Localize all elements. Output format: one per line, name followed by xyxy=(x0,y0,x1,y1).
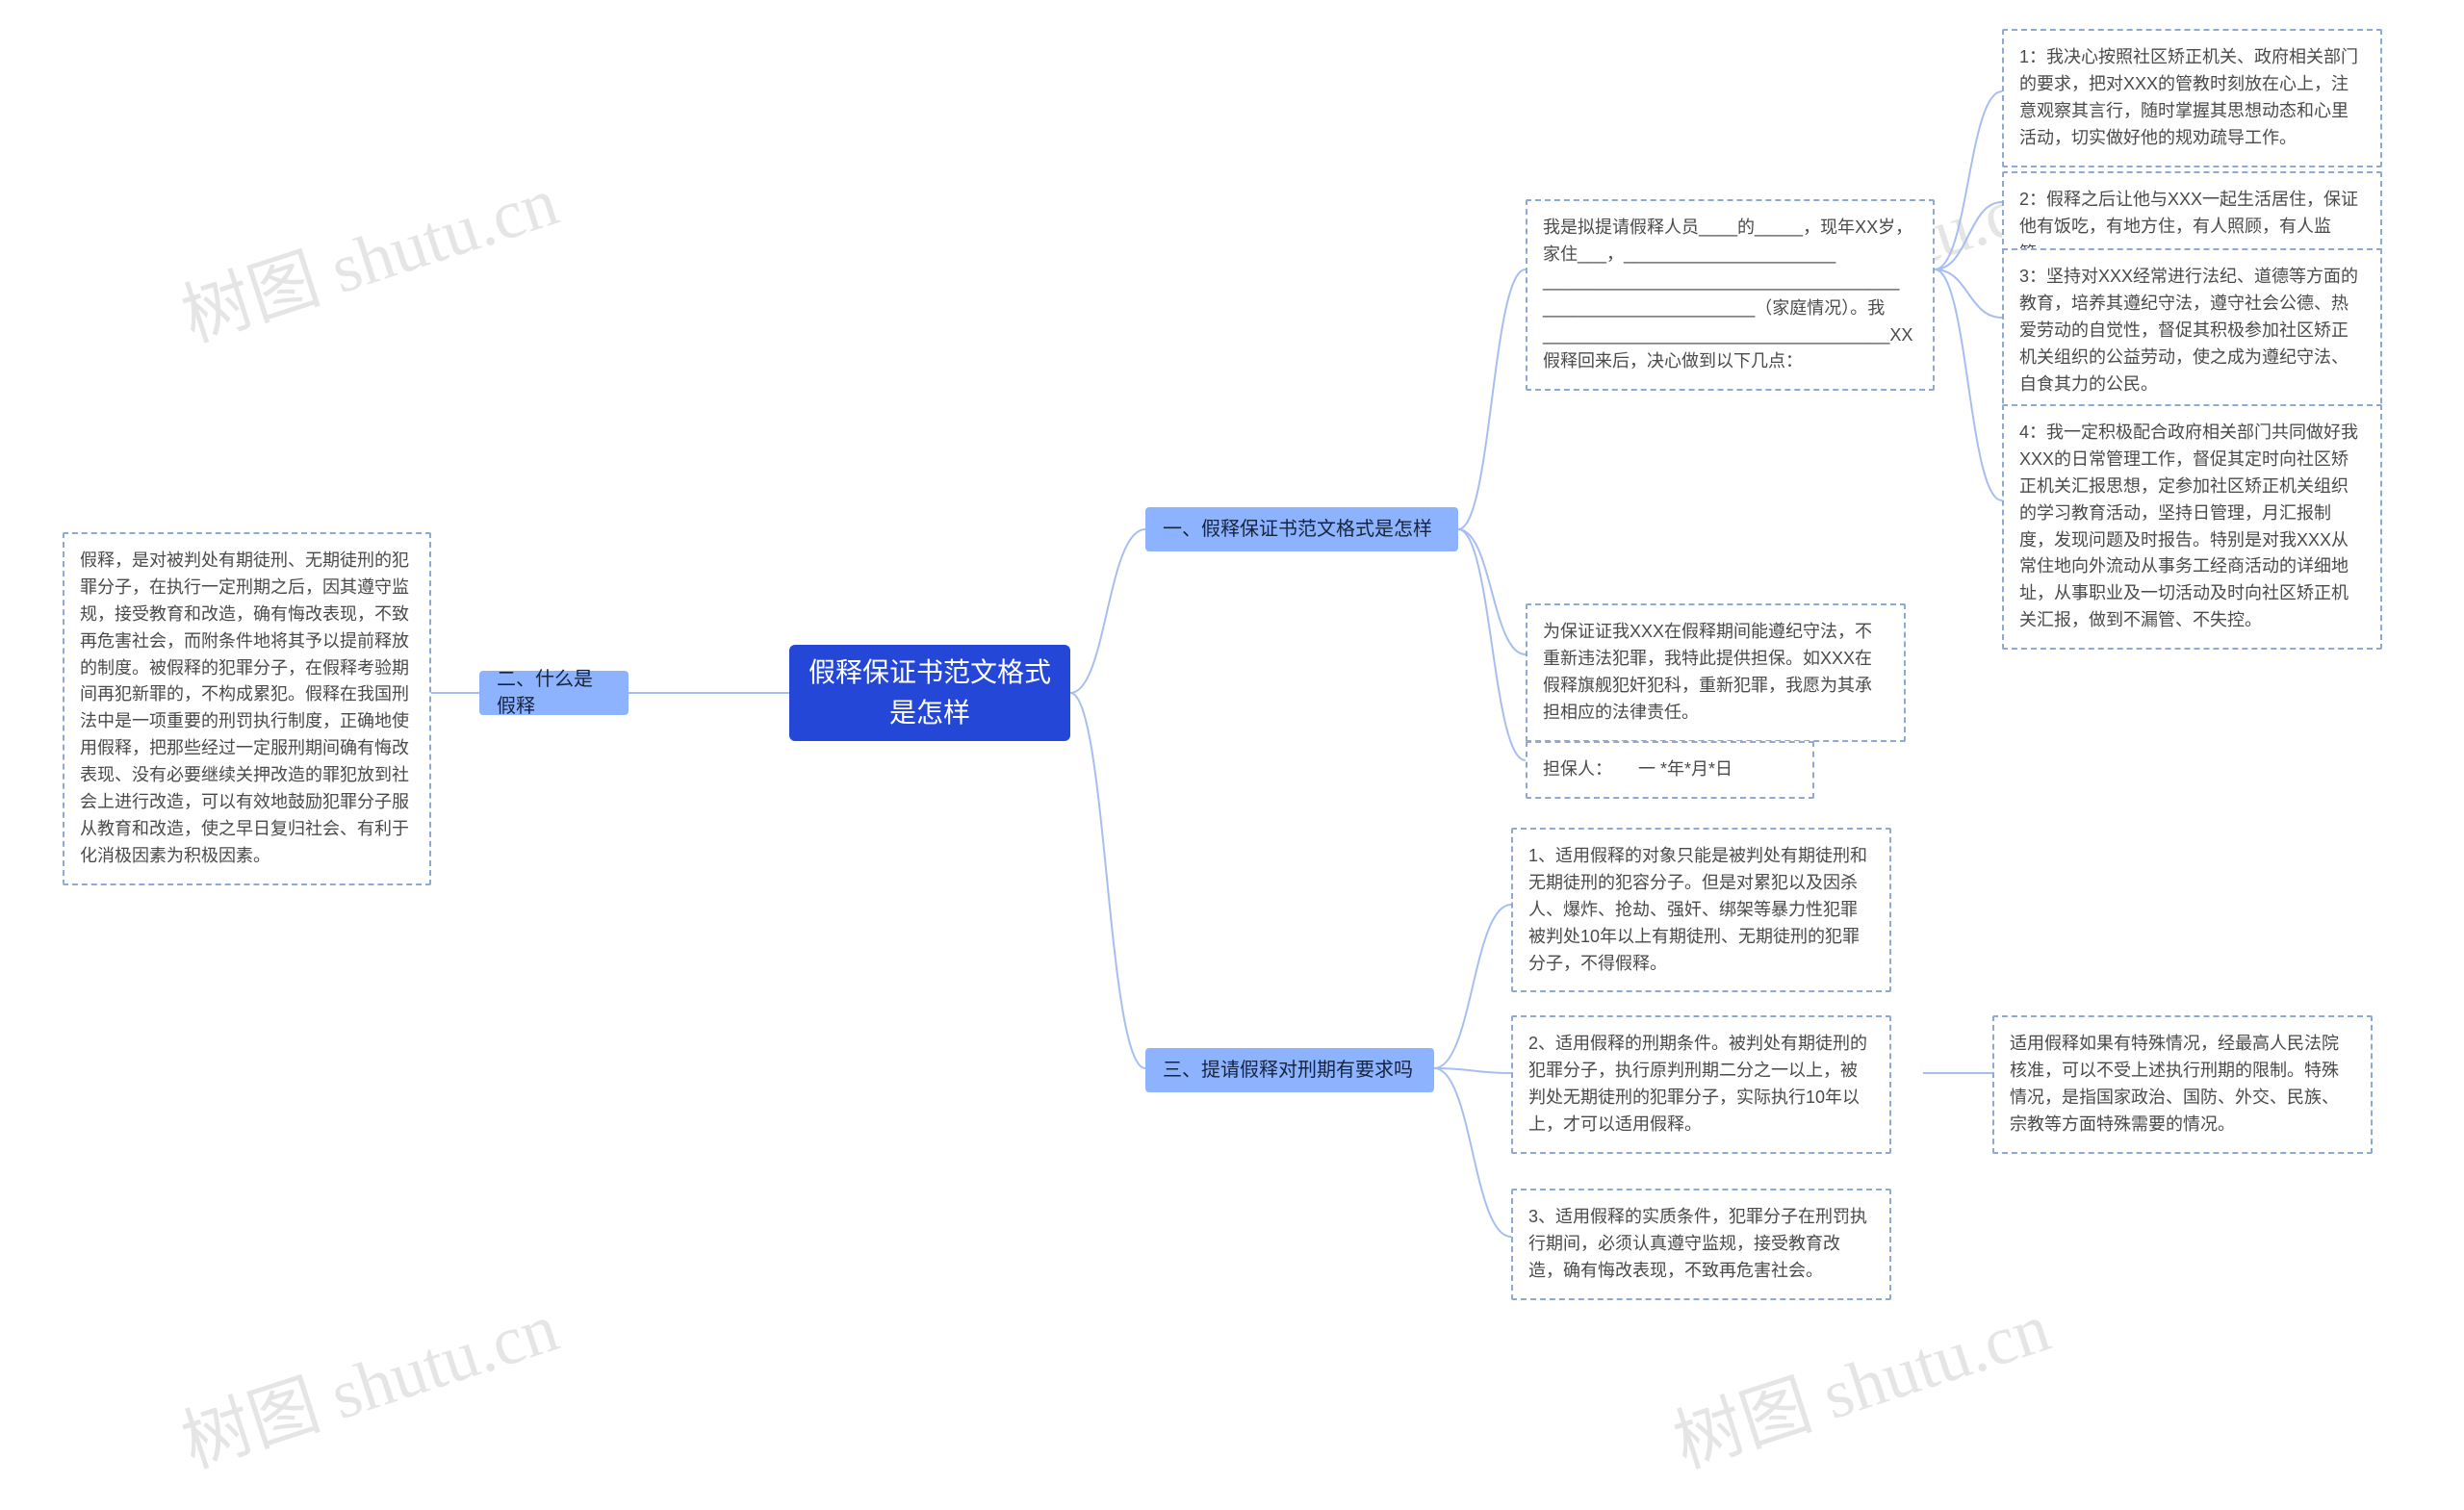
leaf-req-1: 1、适用假释的对象只能是被判处有期徒刑和无期徒刑的犯容分子。但是对累犯以及因杀人… xyxy=(1511,828,1891,992)
branch-label: 三、提请假释对刑期有要求吗 xyxy=(1163,1057,1413,1084)
leaf-text: 假释，是对被判处有期徒刑、无期徒刑的犯罪分子，在执行一定刑期之后，因其遵守监规，… xyxy=(80,550,409,865)
leaf-req-2: 2、适用假释的刑期条件。被判处有期徒刑的犯罪分子，执行原判刑期二分之一以上，被判… xyxy=(1511,1015,1891,1154)
leaf-point-4: 4：我一定积极配合政府相关部门共同做好我XXX的日常管理工作，督促其定时向社区矫… xyxy=(2002,404,2382,650)
watermark: 树图 shutu.cn xyxy=(1659,1270,2061,1487)
leaf-point-1: 1：我决心按照社区矫正机关、政府相关部门的要求，把对XXX的管教时刻放在心上，注… xyxy=(2002,29,2382,167)
leaf-text: 2、适用假释的刑期条件。被判处有期徒刑的犯罪分子，执行原判刑期二分之一以上，被判… xyxy=(1528,1034,1867,1134)
leaf-text: 担保人： 一 *年*月*日 xyxy=(1543,759,1732,779)
leaf-guarantor-date: 担保人： 一 *年*月*日 xyxy=(1526,741,1814,799)
leaf-guarantee-responsibility: 为保证证我XXX在假释期间能遵纪守法，不重新违法犯罪，我特此提供担保。如XXX在… xyxy=(1526,603,1906,742)
leaf-text: 为保证证我XXX在假释期间能遵纪守法，不重新违法犯罪，我特此提供担保。如XXX在… xyxy=(1543,622,1872,722)
leaf-text: 我是拟提请假释人员____的_____，现年XX岁，家住___，________… xyxy=(1543,218,1912,371)
center-topic-label: 假释保证书范文格式是怎样 xyxy=(808,653,1051,733)
leaf-text: 3：坚持对XXX经常进行法纪、道德等方面的教育，培养其遵纪守法，遵守社会公德、热… xyxy=(2019,267,2358,394)
center-topic[interactable]: 假释保证书范文格式是怎样 xyxy=(789,645,1070,741)
leaf-text: 4：我一定积极配合政府相关部门共同做好我XXX的日常管理工作，督促其定时向社区矫… xyxy=(2019,422,2358,629)
leaf-point-3: 3：坚持对XXX经常进行法纪、道德等方面的教育，培养其遵纪守法，遵守社会公德、热… xyxy=(2002,248,2382,413)
leaf-req-3: 3、适用假释的实质条件，犯罪分子在刑罚执行期间，必须认真遵守监规，接受教育改造，… xyxy=(1511,1189,1891,1300)
leaf-guarantee-intro: 我是拟提请假释人员____的_____，现年XX岁，家住___，________… xyxy=(1526,199,1935,391)
leaf-text: 3、适用假释的实质条件，犯罪分子在刑罚执行期间，必须认真遵守监规，接受教育改造，… xyxy=(1528,1207,1867,1280)
branch-term-requirement[interactable]: 三、提请假释对刑期有要求吗 xyxy=(1145,1048,1434,1092)
leaf-text: 1、适用假释的对象只能是被判处有期徒刑和无期徒刑的犯容分子。但是对累犯以及因杀人… xyxy=(1528,846,1867,973)
leaf-what-is-parole-desc: 假释，是对被判处有期徒刑、无期徒刑的犯罪分子，在执行一定刑期之后，因其遵守监规，… xyxy=(63,532,431,885)
leaf-text: 适用假释如果有特殊情况，经最高人民法院核准，可以不受上述执行刑期的限制。特殊情况… xyxy=(2010,1034,2339,1134)
watermark: 树图 shutu.cn xyxy=(167,1270,569,1487)
branch-label: 二、什么是假释 xyxy=(497,666,611,720)
branch-what-is-parole[interactable]: 二、什么是假释 xyxy=(479,671,629,715)
watermark: 树图 shutu.cn xyxy=(167,144,569,361)
branch-label: 一、假释保证书范文格式是怎样 xyxy=(1163,516,1432,543)
leaf-text: 1：我决心按照社区矫正机关、政府相关部门的要求，把对XXX的管教时刻放在心上，注… xyxy=(2019,47,2358,147)
leaf-req-2-special: 适用假释如果有特殊情况，经最高人民法院核准，可以不受上述执行刑期的限制。特殊情况… xyxy=(1992,1015,2373,1154)
branch-guarantee-format[interactable]: 一、假释保证书范文格式是怎样 xyxy=(1145,507,1458,551)
